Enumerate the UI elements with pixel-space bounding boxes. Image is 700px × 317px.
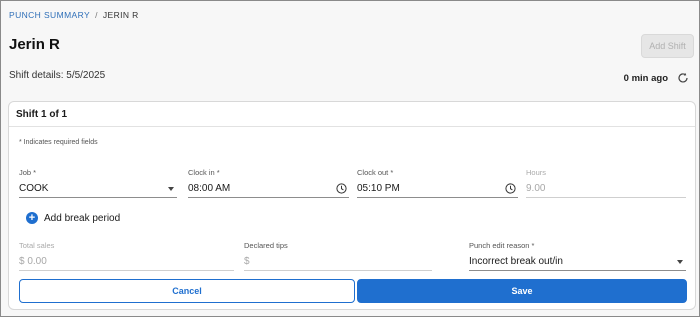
declared-tips-field[interactable]: Declared tips $	[244, 241, 432, 271]
clock-out-label: Clock out *	[357, 168, 394, 177]
declared-tips-label: Declared tips	[244, 241, 288, 250]
punch-edit-panel: PUNCH SUMMARY / JERIN R Jerin R Add Shif…	[0, 0, 700, 317]
clock-icon[interactable]	[505, 183, 516, 194]
hours-value: 9.00	[526, 183, 546, 194]
clock-out-value: 05:10 PM	[357, 183, 400, 194]
declared-tips-value: $	[244, 256, 250, 267]
total-sales-label: Total sales	[19, 241, 55, 250]
punch-edit-reason-select[interactable]: Incorrect break out/in	[469, 253, 686, 271]
declared-tips-input[interactable]: $	[244, 253, 432, 271]
add-break-period-label: Add break period	[44, 212, 121, 224]
page-title: Jerin R	[9, 36, 60, 53]
save-button[interactable]: Save	[357, 279, 687, 303]
hours-input: 9.00	[526, 180, 686, 198]
total-sales-input: $ 0.00	[19, 253, 234, 271]
clock-in-field[interactable]: Clock in * 08:00 AM	[188, 168, 349, 198]
job-value: COOK	[19, 183, 49, 194]
last-updated-text: 0 min ago	[623, 72, 668, 84]
add-break-period-button[interactable]: + Add break period	[26, 212, 120, 224]
chevron-down-icon	[677, 259, 683, 264]
clock-in-label: Clock in *	[188, 168, 220, 177]
shift-card-title: Shift 1 of 1	[9, 102, 695, 127]
breadcrumb: PUNCH SUMMARY / JERIN R	[9, 10, 139, 20]
total-sales-value: $ 0.00	[19, 256, 47, 267]
clock-out-input[interactable]: 05:10 PM	[357, 180, 518, 198]
clock-in-input[interactable]: 08:00 AM	[188, 180, 349, 198]
required-fields-note: * Indicates required fields	[19, 139, 98, 146]
shift-card: Shift 1 of 1 * Indicates required fields…	[8, 101, 696, 310]
refresh-icon[interactable]	[677, 72, 689, 84]
clock-in-value: 08:00 AM	[188, 183, 231, 194]
breadcrumb-punch-summary-link[interactable]: PUNCH SUMMARY	[9, 10, 90, 20]
hours-field: Hours 9.00	[526, 168, 686, 198]
job-select[interactable]: COOK	[19, 180, 177, 198]
refresh-area: 0 min ago	[624, 72, 689, 84]
punch-edit-reason-label: Punch edit reason *	[469, 241, 535, 250]
shift-details-date: Shift details: 5/5/2025	[9, 70, 106, 81]
chevron-down-icon	[168, 186, 174, 191]
clock-out-field[interactable]: Clock out * 05:10 PM	[357, 168, 518, 198]
breadcrumb-separator: /	[95, 10, 98, 20]
punch-edit-reason-value: Incorrect break out/in	[469, 256, 563, 267]
clock-icon[interactable]	[336, 183, 347, 194]
job-label: Job *	[19, 168, 37, 177]
breadcrumb-current: JERIN R	[102, 10, 139, 20]
add-shift-button[interactable]: Add Shift	[641, 34, 694, 58]
total-sales-field: Total sales $ 0.00	[19, 241, 234, 271]
cancel-button[interactable]: Cancel	[19, 279, 355, 303]
plus-icon: +	[26, 212, 38, 224]
hours-label: Hours	[526, 168, 547, 177]
job-field[interactable]: Job * COOK	[19, 168, 177, 198]
punch-edit-reason-field[interactable]: Punch edit reason * Incorrect break out/…	[469, 241, 686, 271]
